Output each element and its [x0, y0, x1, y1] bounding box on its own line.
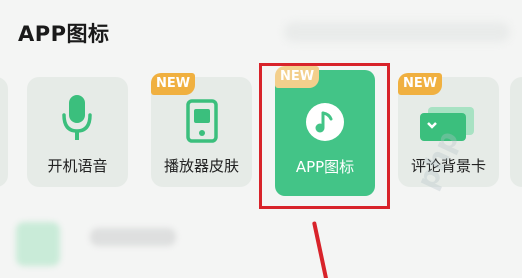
item-label: 开机语音 [47, 157, 108, 175]
red-arrow-stroke [312, 221, 329, 278]
new-badge: NEW [398, 73, 442, 95]
partial-item-left[interactable] [0, 77, 8, 187]
player-device-icon [186, 99, 218, 143]
item-boot-voice[interactable]: 开机语音 [27, 77, 128, 187]
item-label: 播放器皮肤 [163, 157, 239, 175]
partial-item-right[interactable] [510, 77, 522, 187]
microphone-icon [62, 95, 92, 140]
blurred-header-text [284, 22, 510, 42]
item-player-skin[interactable]: NEW 播放器皮肤 [151, 73, 252, 187]
highlight-box [259, 63, 390, 209]
blurred-text [90, 228, 176, 246]
section-title: APP图标 [18, 22, 110, 46]
new-badge: NEW [151, 73, 195, 95]
blurred-avatar [16, 222, 60, 266]
